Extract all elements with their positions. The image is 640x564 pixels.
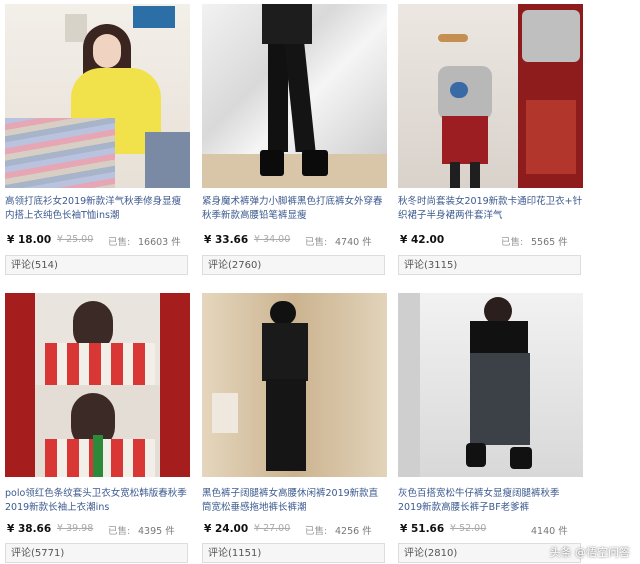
product-title[interactable]: 秋冬时尚套装女2019新款卡通印花卫衣+针织裙子半身裙两件套洋气 bbox=[398, 195, 583, 225]
original-price: ¥ 52.00 bbox=[450, 523, 487, 534]
sold-label: 已售: bbox=[501, 237, 524, 248]
sold-count: 4395 件 bbox=[138, 526, 175, 537]
review-button[interactable]: 评论(5771) bbox=[5, 543, 188, 563]
sold-count: 16603 件 bbox=[138, 237, 181, 248]
price-row: ¥ 42.00 已售: 5565 件 bbox=[398, 234, 583, 248]
sold-label: 已售: bbox=[108, 237, 131, 248]
price-row: ¥ 51.66 ¥ 52.00 4140 件 bbox=[398, 523, 583, 537]
product-title[interactable]: polo领红色条纹套头卫衣女宽松韩版春秋季2019新款长袖上衣潮ins bbox=[5, 487, 190, 517]
product-title[interactable]: 高领打底衫女2019新款洋气秋季修身显瘦内搭上衣纯色长袖T恤ins潮 bbox=[5, 195, 190, 225]
price: ¥ 24.00 bbox=[204, 523, 249, 535]
product-image[interactable] bbox=[5, 293, 190, 477]
product-image[interactable] bbox=[398, 293, 583, 477]
watermark: 头条 @悟空问答 bbox=[549, 546, 631, 559]
review-button[interactable]: 评论(514) bbox=[5, 255, 188, 275]
original-price: ¥ 25.00 bbox=[57, 234, 94, 245]
review-button[interactable]: 评论(3115) bbox=[398, 255, 581, 275]
original-price: ¥ 39.98 bbox=[57, 523, 94, 534]
price-row: ¥ 18.00 ¥ 25.00 已售: 16603 件 bbox=[5, 234, 190, 248]
sold-count: 5565 件 bbox=[531, 237, 568, 248]
sold-count: 4740 件 bbox=[335, 237, 372, 248]
price-row: ¥ 33.66 ¥ 34.00 已售: 4740 件 bbox=[202, 234, 387, 248]
review-button[interactable]: 评论(1151) bbox=[202, 543, 385, 563]
product-image[interactable] bbox=[202, 293, 387, 477]
price: ¥ 51.66 bbox=[400, 523, 445, 535]
price-row: ¥ 38.66 ¥ 39.98 已售: 4395 件 bbox=[5, 523, 190, 537]
review-button[interactable]: 评论(2760) bbox=[202, 255, 385, 275]
sold-label: 已售: bbox=[305, 526, 328, 537]
sold-count: 4256 件 bbox=[335, 526, 372, 537]
price-row: ¥ 24.00 ¥ 27.00 已售: 4256 件 bbox=[202, 523, 387, 537]
original-price: ¥ 34.00 bbox=[254, 234, 291, 245]
price: ¥ 38.66 bbox=[7, 523, 52, 535]
original-price: ¥ 27.00 bbox=[254, 523, 291, 534]
product-title[interactable]: 紧身魔术裤弹力小脚裤黑色打底裤女外穿春秋季新款高腰铅笔裤显瘦 bbox=[202, 195, 387, 225]
price: ¥ 33.66 bbox=[204, 234, 249, 246]
sold-label: 已售: bbox=[108, 526, 131, 537]
sold-label: 已售: bbox=[305, 237, 328, 248]
product-image[interactable] bbox=[398, 4, 583, 188]
product-title[interactable]: 黑色裤子阔腿裤女高腰休闲裤2019新款直筒宽松垂感拖地裤长裤潮 bbox=[202, 487, 387, 517]
product-title[interactable]: 灰色百搭宽松牛仔裤女显瘦阔腿裤秋季2019新款高腰长裤子BF老爹裤 bbox=[398, 487, 583, 517]
sold-count: 4140 件 bbox=[531, 526, 568, 537]
price: ¥ 18.00 bbox=[7, 234, 52, 246]
product-image[interactable] bbox=[202, 4, 387, 188]
product-image[interactable] bbox=[5, 4, 190, 188]
price: ¥ 42.00 bbox=[400, 234, 445, 246]
